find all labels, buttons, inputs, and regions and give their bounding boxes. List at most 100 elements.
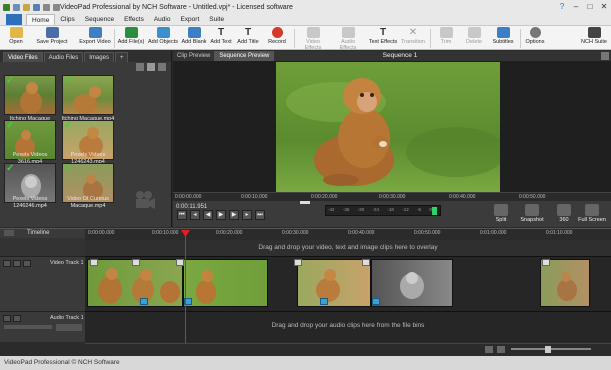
zoom-out-icon[interactable]: [485, 346, 493, 353]
record-button[interactable]: Record: [264, 27, 290, 50]
delete-icon: [467, 27, 481, 38]
help-icon[interactable]: ?: [555, 0, 569, 14]
trim-button[interactable]: Trim: [436, 27, 456, 50]
vr-360-button[interactable]: 360: [556, 204, 572, 226]
tab-images[interactable]: Images: [84, 52, 114, 62]
export-video-button[interactable]: Export Video: [79, 27, 111, 50]
play-button[interactable]: ▶: [216, 210, 226, 220]
tab-sequence[interactable]: Sequence: [80, 14, 119, 25]
add-bin-button[interactable]: +: [114, 52, 129, 62]
video-preview[interactable]: [276, 62, 500, 192]
video-effects-button[interactable]: Video Effects: [297, 27, 329, 51]
clip-thumbnail[interactable]: ✓: [62, 75, 114, 115]
transition-icon[interactable]: [542, 259, 550, 266]
tab-export[interactable]: Export: [175, 14, 204, 25]
track-lock-icon[interactable]: [13, 260, 21, 267]
undo-icon[interactable]: [43, 3, 50, 11]
clip-thumbnail[interactable]: ✓: [4, 75, 56, 115]
tab-home[interactable]: Home: [26, 14, 56, 25]
add-files-button[interactable]: Add File(s): [117, 27, 145, 50]
timeline-scrollbar[interactable]: [85, 343, 611, 354]
maximize-button[interactable]: □: [583, 0, 597, 14]
tab-video-files[interactable]: Video Files: [3, 52, 43, 62]
ruler-tick: 0:01:10.000: [546, 230, 573, 236]
snapshot-button[interactable]: Snapshot: [518, 204, 546, 226]
volume-slider[interactable]: [4, 325, 52, 329]
track-visibility-icon[interactable]: [3, 260, 11, 267]
track-volume-controls[interactable]: [56, 324, 82, 331]
transition-icon[interactable]: [294, 259, 302, 266]
track-mute-icon[interactable]: [3, 315, 11, 322]
timeline-clip[interactable]: [87, 259, 183, 307]
meter-tick: -18: [387, 207, 394, 212]
tab-audio[interactable]: Audio: [149, 14, 176, 25]
track-lock-icon[interactable]: [13, 315, 21, 322]
zoom-slider[interactable]: [511, 348, 591, 350]
tab-suite[interactable]: Suite: [204, 14, 229, 25]
detach-icon[interactable]: [601, 52, 609, 60]
transition-icon[interactable]: [362, 259, 370, 266]
prev-frame-button[interactable]: ◂: [190, 210, 200, 220]
transition-button[interactable]: ✕ Transition: [400, 27, 426, 50]
tab-effects[interactable]: Effects: [119, 14, 149, 25]
checkmark-icon: ✓: [64, 163, 73, 174]
timeline-clip[interactable]: [540, 259, 590, 307]
add-title-button[interactable]: T Add Title: [236, 27, 260, 50]
overlay-hint: Drag and drop your video, text and image…: [258, 244, 438, 251]
playhead[interactable]: [185, 230, 186, 346]
new-icon[interactable]: [13, 3, 20, 11]
tab-clips[interactable]: Clips: [55, 14, 79, 25]
ruler-tick: 0:00:30.000: [282, 230, 309, 236]
add-blank-button[interactable]: Add Blank: [181, 27, 207, 50]
tab-audio-files[interactable]: Audio Files: [43, 52, 84, 62]
timeline-menu-icon[interactable]: [4, 230, 14, 236]
pan-zoom-icon[interactable]: [320, 298, 328, 305]
text-effects-button[interactable]: T Text Effects: [368, 27, 398, 50]
delete-button[interactable]: Delete: [462, 27, 486, 50]
fullscreen-button[interactable]: Full Screen: [576, 204, 608, 226]
split-button[interactable]: Split: [492, 204, 510, 226]
rewind-button[interactable]: ◀: [203, 210, 213, 220]
timeline-ruler[interactable]: 0:00:00.000 0:00:10.000 0:00:20.000 0:00…: [0, 228, 611, 238]
overlay-track[interactable]: Drag and drop your video, text and image…: [85, 240, 611, 256]
open-icon[interactable]: [23, 3, 30, 11]
close-button[interactable]: ✕: [597, 0, 611, 14]
next-frame-button[interactable]: ▸: [242, 210, 252, 220]
grid-view-icon[interactable]: [147, 63, 155, 71]
fast-forward-button[interactable]: ▶: [229, 210, 239, 220]
preview-ruler[interactable]: 0:00:00.000 0:00:10.000 0:00:20.000 0:00…: [173, 192, 611, 201]
timeline-clip[interactable]: [297, 259, 371, 307]
track-options-icon[interactable]: [23, 260, 31, 267]
audio-effects-button[interactable]: Audio Effects: [332, 27, 364, 51]
add-text-button[interactable]: T Add Text: [209, 27, 233, 50]
nch-suite-button[interactable]: NCH Suite: [581, 27, 607, 50]
go-start-button[interactable]: ⏮: [177, 210, 187, 220]
timeline-clip[interactable]: [183, 259, 268, 307]
open-button[interactable]: Open: [4, 27, 28, 50]
zoom-in-icon[interactable]: [497, 346, 505, 353]
ruler-tick: 0:00:50.000: [414, 230, 441, 236]
menu-icon[interactable]: [158, 63, 166, 71]
subtitles-button[interactable]: Subtitles: [490, 27, 516, 50]
save-project-button[interactable]: Save Project: [36, 27, 68, 50]
minimize-button[interactable]: –: [569, 0, 583, 14]
transition-icon[interactable]: [176, 259, 184, 266]
effects-icon[interactable]: [90, 259, 98, 266]
seek-handle[interactable]: [300, 201, 310, 204]
pan-zoom-icon[interactable]: [372, 298, 380, 305]
redo-icon[interactable]: [53, 3, 60, 11]
pan-zoom-icon[interactable]: [140, 298, 148, 305]
audio-track[interactable]: Drag and drop your audio clips here from…: [85, 311, 611, 342]
transition-icon[interactable]: [132, 259, 140, 266]
save-icon[interactable]: [33, 3, 40, 11]
bin-tabs: Video Files Audio Files Images +: [0, 51, 171, 62]
list-view-icon[interactable]: [136, 63, 144, 71]
options-button[interactable]: Options: [524, 27, 546, 50]
tab-sequence-preview[interactable]: Sequence Preview: [215, 51, 275, 61]
go-end-button[interactable]: ⏭: [255, 210, 265, 220]
timeline-clip[interactable]: [371, 259, 453, 307]
add-objects-button[interactable]: Add Objects: [147, 27, 179, 50]
zoom-slider-thumb[interactable]: [545, 346, 551, 353]
tab-clip-preview[interactable]: Clip Preview: [173, 51, 216, 61]
app-menu-button[interactable]: [6, 14, 22, 25]
